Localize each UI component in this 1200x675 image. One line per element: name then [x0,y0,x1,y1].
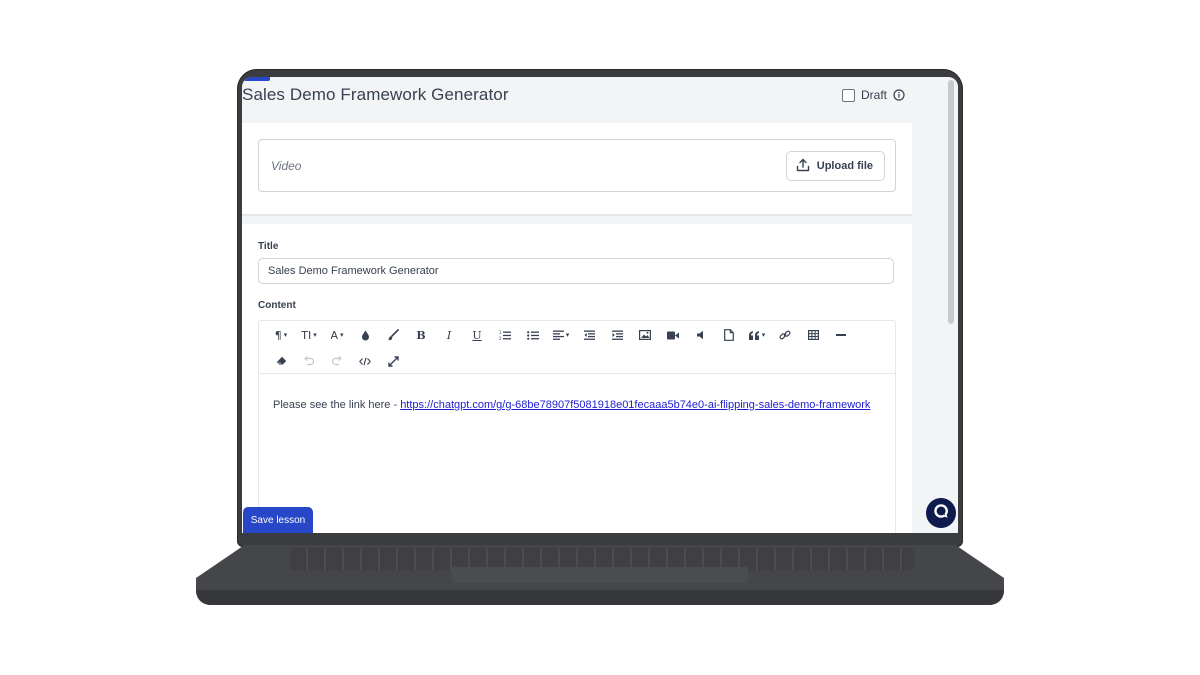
font-size-icon[interactable]: TI ▾ [295,324,323,346]
laptop-screen: Sales Demo Framework Generator Draft Vid… [242,77,958,533]
unordered-list-icon[interactable] [519,324,547,346]
draft-checkbox[interactable] [842,88,855,102]
lesson-form-card: Title Sales Demo Framework Generator Con… [242,224,912,533]
laptop-base-edge [196,590,1004,605]
upload-file-button[interactable]: Upload file [785,151,885,181]
insert-audio-icon[interactable] [687,324,715,346]
toolbar-row-2 [267,350,407,372]
video-label: Video [271,159,302,173]
svg-text:1: 1 [499,330,502,335]
page-title: Sales Demo Framework Generator [242,85,509,104]
chat-icon [932,502,950,525]
chat-support-button[interactable] [926,498,956,528]
title-input[interactable]: Sales Demo Framework Generator [258,258,894,284]
content-link[interactable]: https://chatgpt.com/g/g-68be78907f508191… [400,399,870,411]
title-label: Title [258,241,279,252]
brush-icon[interactable] [379,324,407,346]
content-label: Content [258,300,296,311]
code-view-icon[interactable] [351,350,379,372]
underline-icon[interactable]: U [463,324,491,346]
indent-more-icon[interactable] [603,324,631,346]
save-lesson-button[interactable]: Save lesson [243,507,313,533]
insert-link-icon[interactable] [771,324,799,346]
upload-file-label: Upload file [816,160,873,172]
quote-icon[interactable]: ▾ [743,324,771,346]
insert-video-icon[interactable] [659,324,687,346]
content-text: Please see the link here - [273,399,401,411]
video-card: Video Upload file [242,123,912,216]
undo-icon[interactable] [295,350,323,372]
insert-image-icon[interactable] [631,324,659,346]
editor-content[interactable]: Please see the link here - https://chatg… [273,399,870,411]
laptop-trackpad [452,567,748,583]
ordered-list-icon[interactable]: 12 [491,324,519,346]
fullscreen-icon[interactable] [379,350,407,372]
scrollbar-thumb[interactable] [948,80,954,324]
upload-icon [796,158,810,175]
clear-formatting-icon[interactable] [267,350,295,372]
video-upload-field: Video Upload file [258,139,896,192]
insert-table-icon[interactable] [799,324,827,346]
insert-file-icon[interactable] [715,324,743,346]
rich-text-editor[interactable]: ¶ ▾ TI ▾ A ▾ B I U 12 ▾ ▾ Please see the… [258,320,896,533]
italic-icon[interactable]: I [435,324,463,346]
align-icon[interactable]: ▾ [547,324,575,346]
font-color-icon[interactable]: A ▾ [323,324,351,346]
draft-label: Draft [861,88,888,102]
text-color-icon[interactable] [351,324,379,346]
svg-text:2: 2 [499,336,502,341]
editor-toolbar: ¶ ▾ TI ▾ A ▾ B I U 12 ▾ ▾ [259,321,895,374]
horizontal-line-icon[interactable] [827,324,855,346]
indent-less-icon[interactable] [575,324,603,346]
toolbar-row-1: ¶ ▾ TI ▾ A ▾ B I U 12 ▾ ▾ [267,324,855,346]
info-icon[interactable] [893,89,905,101]
draft-toggle[interactable]: Draft [842,88,905,102]
paragraph-format-icon[interactable]: ¶ ▾ [267,324,295,346]
redo-icon[interactable] [323,350,351,372]
bold-icon[interactable]: B [407,324,435,346]
top-accent-bar [244,77,270,81]
page-scrollbar[interactable] [944,77,958,533]
